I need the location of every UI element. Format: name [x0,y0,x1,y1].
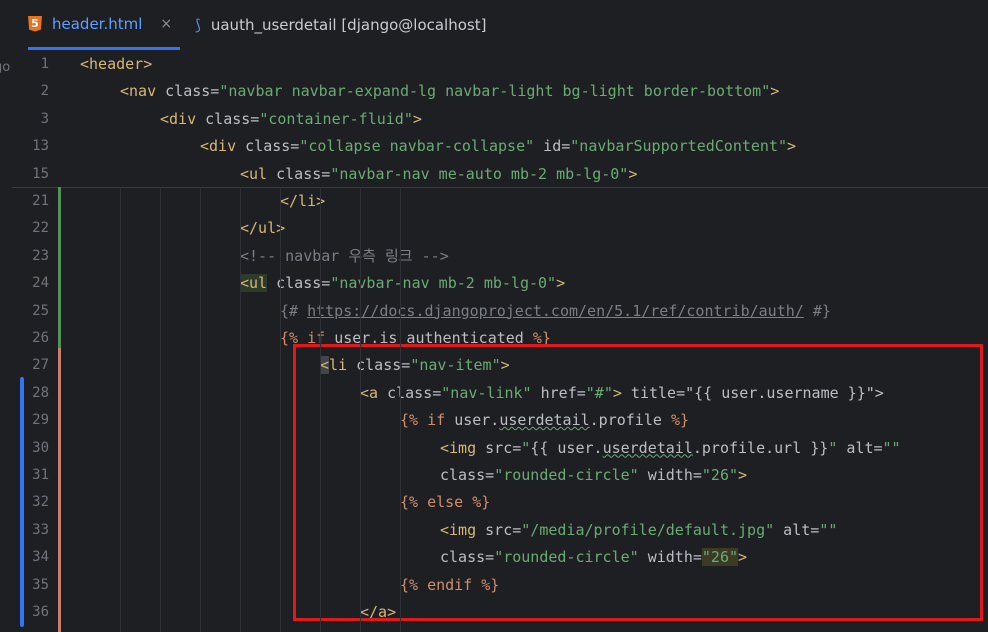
truncated-panel-text: go [0,60,11,75]
code-token: class= [205,109,260,128]
code-line[interactable]: 2 <nav class="navbar navbar-expand-lg nav… [12,78,988,106]
code-text: {# https://docs.djangoproject.com/en/5.1… [280,298,831,325]
line-number: 24 [32,275,49,292]
line-number: 25 [32,302,49,319]
line-number: 26 [32,330,49,346]
indent-guide [280,187,281,632]
code-text: <!-- navbar 우측 링크 --> [240,243,449,270]
code-line[interactable]: 3 <div class="container-fluid"> [12,105,988,133]
code-token: <ul [240,274,268,293]
code-text: <div class="container-fluid"> [160,106,422,133]
line-number: 15 [32,165,49,182]
code-token: </li> [280,192,326,210]
code-token: "navbar navbar-expand-lg navbar-light bg… [219,82,771,101]
sticky-header-separator [12,187,988,188]
line-number: 31 [32,467,49,483]
code-line[interactable]: 23 <!-- navbar 우측 링크 --> [12,243,988,270]
code-text: <div class="collapse navbar-collapse" id… [200,133,796,160]
code-line[interactable]: 24 <ul class="navbar-nav mb-2 mb-lg-0"> [12,270,988,297]
code-token: #} [803,301,831,320]
code-line[interactable]: 25 {# https://docs.djangoproject.com/en/5… [12,298,988,325]
line-number: 2 [40,83,49,100]
code-text: </li> [280,188,325,215]
code-token: class= [165,82,220,101]
code-line[interactable]: 22 </ul> [12,215,988,242]
code-token: > [787,137,797,156]
indent-guide [360,187,361,632]
html5-icon: 5 [28,15,42,32]
code-token: "container-fluid" [259,109,413,128]
code-token: </ul> [240,219,286,238]
line-number: 13 [32,138,49,155]
code-token: > [412,109,422,128]
line-number: 36 [32,604,49,620]
tab-uauth-userdetail[interactable]: ⟆ uauth_userdetail [django@localhost] [195,0,486,50]
code-token: > [770,82,780,101]
line-number: 22 [32,220,49,237]
database-icon: ⟆ [195,16,201,34]
indent-guide [160,187,161,632]
code-line[interactable]: 15 <ul class="navbar-nav me-auto mb-2 mb-… [12,160,988,188]
code-text: </ul> [240,215,285,242]
code-line[interactable]: 13 <div class="collapse navbar-collapse" … [12,133,988,161]
code-token: > [556,274,566,293]
line-number: 33 [32,521,49,538]
indent-guide [320,187,321,632]
indent-guide [240,187,241,632]
line-number: 30 [32,439,49,456]
line-number: 23 [32,247,49,264]
code-token: "navbarSupportedContent" [570,137,788,156]
code-token: > [628,164,638,183]
line-number: 28 [32,384,49,401]
line-number: 3 [40,110,49,127]
code-token: id= [534,137,571,156]
code-text: <header> [80,51,152,78]
code-token: <!-- navbar 우측 링크 --> [240,246,449,265]
code-text: <nav class="navbar navbar-expand-lg navb… [120,78,779,105]
close-icon[interactable]: × [160,16,172,32]
line-number: 1 [40,56,49,72]
code-token: https://docs.djangoproject.com/en/5.1/re… [307,301,804,320]
code-editor[interactable]: 1 <header> 2 <nav class="navbar navbar-expa… [12,50,988,632]
indent-guide [200,187,201,632]
code-line[interactable]: 1 <header> [12,51,988,78]
tab-label: uauth_userdetail [django@localhost] [210,16,487,34]
code-token: <header> [80,55,153,73]
code-token: "navbar-nav me-auto mb-2 mb-lg-0" [330,164,629,183]
code-text: <ul class="navbar-nav mb-2 mb-lg-0"> [240,270,565,297]
code-token: {# [280,301,308,320]
selection-marker [20,377,24,627]
line-number: 21 [32,193,49,209]
editor-tab-bar: 5 header.html × ⟆ uauth_userdetail [djan… [0,0,988,51]
indent-guide [120,187,121,632]
highlight-box [293,344,983,621]
line-number: 29 [32,412,49,429]
tab-label: header.html [52,14,143,33]
code-token: class= [276,164,331,183]
change-marker-modified [58,348,61,632]
code-token: <ul [240,164,277,183]
tab-header-html[interactable]: 5 header.html × [28,0,180,50]
line-number: 27 [32,357,49,374]
code-line[interactable]: 21 </li> [12,188,988,215]
line-number: 34 [32,549,49,566]
change-marker-added [58,187,61,352]
code-token: <div [200,137,246,156]
code-token: class= [245,137,300,156]
code-token: <div [160,109,206,128]
code-text: <ul class="navbar-nav me-auto mb-2 mb-lg… [240,161,637,188]
code-token: "navbar-nav mb-2 mb-lg-0" [330,274,557,293]
line-number: 35 [32,576,49,593]
code-token: "collapse navbar-collapse" [299,137,535,156]
indent-guide [400,187,401,632]
line-number: 32 [32,494,49,511]
code-token: <nav [120,82,166,101]
